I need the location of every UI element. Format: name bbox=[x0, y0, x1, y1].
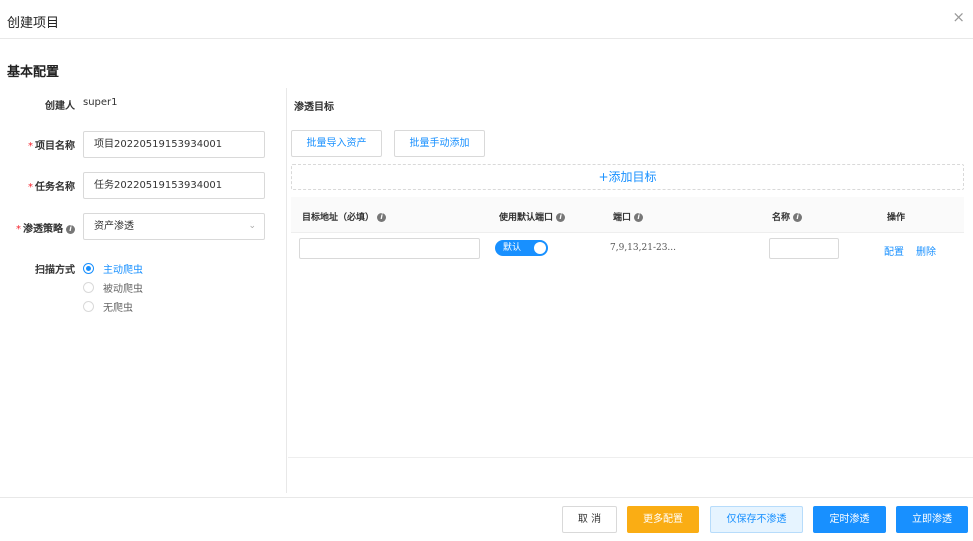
column-header-port-text: 端口 bbox=[613, 213, 632, 223]
divider bbox=[288, 457, 973, 458]
section-title: 基本配置 bbox=[7, 65, 60, 80]
dialog-footer: 取 消 更多配置 仅保存不渗透 定时渗透 立即渗透 bbox=[0, 497, 973, 541]
chevron-down-icon: ⌄ bbox=[248, 221, 256, 231]
toggle-label: 默认 bbox=[503, 243, 522, 253]
default-port-toggle[interactable]: 默认 bbox=[495, 240, 548, 256]
batch-manual-add-button[interactable]: 批量手动添加 bbox=[394, 130, 485, 157]
info-circle-icon: i bbox=[66, 225, 75, 234]
column-header-default-port-text: 使用默认端口 bbox=[499, 213, 554, 223]
delete-link[interactable]: 删除 bbox=[916, 243, 936, 258]
scan-option-passive-crawler[interactable]: 被动爬虫 bbox=[83, 280, 143, 295]
close-icon[interactable]: × bbox=[952, 10, 965, 25]
immediate-penetration-button[interactable]: 立即渗透 bbox=[896, 506, 968, 533]
strategy-select[interactable]: 资产渗透 ⌄ bbox=[83, 213, 265, 240]
strategy-label-text: 渗透策略 bbox=[23, 224, 63, 235]
scheduled-penetration-button[interactable]: 定时渗透 bbox=[813, 506, 886, 533]
task-name-input[interactable]: 任务20220519153934001 bbox=[83, 172, 265, 199]
task-name-label-text: 任务名称 bbox=[35, 182, 75, 193]
creator-label: 创建人 bbox=[45, 101, 75, 112]
scan-mode-label: 扫描方式 bbox=[35, 265, 75, 276]
info-circle-icon: i bbox=[793, 213, 803, 222]
targets-title: 渗透目标 bbox=[294, 102, 334, 113]
dialog-title: 创建项目 bbox=[7, 16, 60, 31]
required-mark: * bbox=[28, 182, 33, 193]
add-target-button[interactable]: +添加目标 bbox=[291, 164, 964, 190]
save-only-button[interactable]: 仅保存不渗透 bbox=[710, 506, 803, 533]
project-name-label-text: 项目名称 bbox=[35, 141, 75, 152]
config-link[interactable]: 配置 bbox=[884, 243, 904, 258]
target-name-input[interactable] bbox=[769, 238, 839, 259]
batch-import-button[interactable]: 批量导入资产 bbox=[291, 130, 382, 157]
column-header-name-text: 名称 bbox=[772, 213, 791, 223]
table-row: 默认 7,9,13,21-23... 配置 删除 bbox=[291, 233, 964, 267]
scan-option-label: 主动爬虫 bbox=[103, 265, 143, 276]
info-circle-icon: i bbox=[556, 213, 566, 222]
cancel-button[interactable]: 取 消 bbox=[562, 506, 617, 533]
column-header-default-port: 使用默认端口 i bbox=[499, 210, 566, 223]
scan-option-no-crawler[interactable]: 无爬虫 bbox=[83, 299, 133, 314]
column-header-address: 目标地址（必填） i bbox=[302, 210, 387, 223]
radio-checked-icon bbox=[83, 263, 94, 274]
targets-panel: 渗透目标 批量导入资产 批量手动添加 +添加目标 目标地址（必填） i 使用默认端… bbox=[288, 88, 973, 493]
info-circle-icon: i bbox=[634, 213, 644, 222]
required-mark: * bbox=[16, 224, 21, 235]
column-header-address-text: 目标地址（必填） bbox=[302, 213, 375, 223]
basic-config-form: 创建人 super1 * 项目名称 项目20220519153934001 * 任务… bbox=[0, 88, 287, 493]
ports-value: 7,9,13,21-23... bbox=[610, 243, 677, 253]
radio-unchecked-icon bbox=[83, 282, 94, 293]
required-mark: * bbox=[28, 141, 33, 152]
project-name-label: * 项目名称 bbox=[0, 137, 75, 152]
info-circle-icon: i bbox=[377, 213, 387, 222]
strategy-select-value: 资产渗透 bbox=[94, 221, 134, 232]
creator-value: super1 bbox=[83, 97, 118, 108]
column-header-name: 名称 i bbox=[772, 210, 803, 223]
strategy-label: * 渗透策略 i bbox=[0, 220, 75, 235]
radio-unchecked-icon bbox=[83, 301, 94, 312]
toggle-knob bbox=[534, 242, 546, 254]
task-name-label: * 任务名称 bbox=[0, 178, 75, 193]
column-header-actions: 操作 bbox=[887, 213, 906, 223]
target-address-input[interactable] bbox=[299, 238, 480, 259]
scan-option-label: 被动爬虫 bbox=[103, 284, 143, 295]
scan-option-label: 无爬虫 bbox=[103, 303, 133, 314]
dialog-header: 创建项目 × bbox=[0, 0, 973, 39]
more-config-button[interactable]: 更多配置 bbox=[627, 506, 699, 533]
column-header-port: 端口 i bbox=[613, 210, 644, 223]
targets-table-header: 目标地址（必填） i 使用默认端口 i 端口 i 名称 i 操作 bbox=[291, 197, 964, 233]
scan-option-active-crawler[interactable]: 主动爬虫 bbox=[83, 261, 143, 276]
project-name-input[interactable]: 项目20220519153934001 bbox=[83, 131, 265, 158]
